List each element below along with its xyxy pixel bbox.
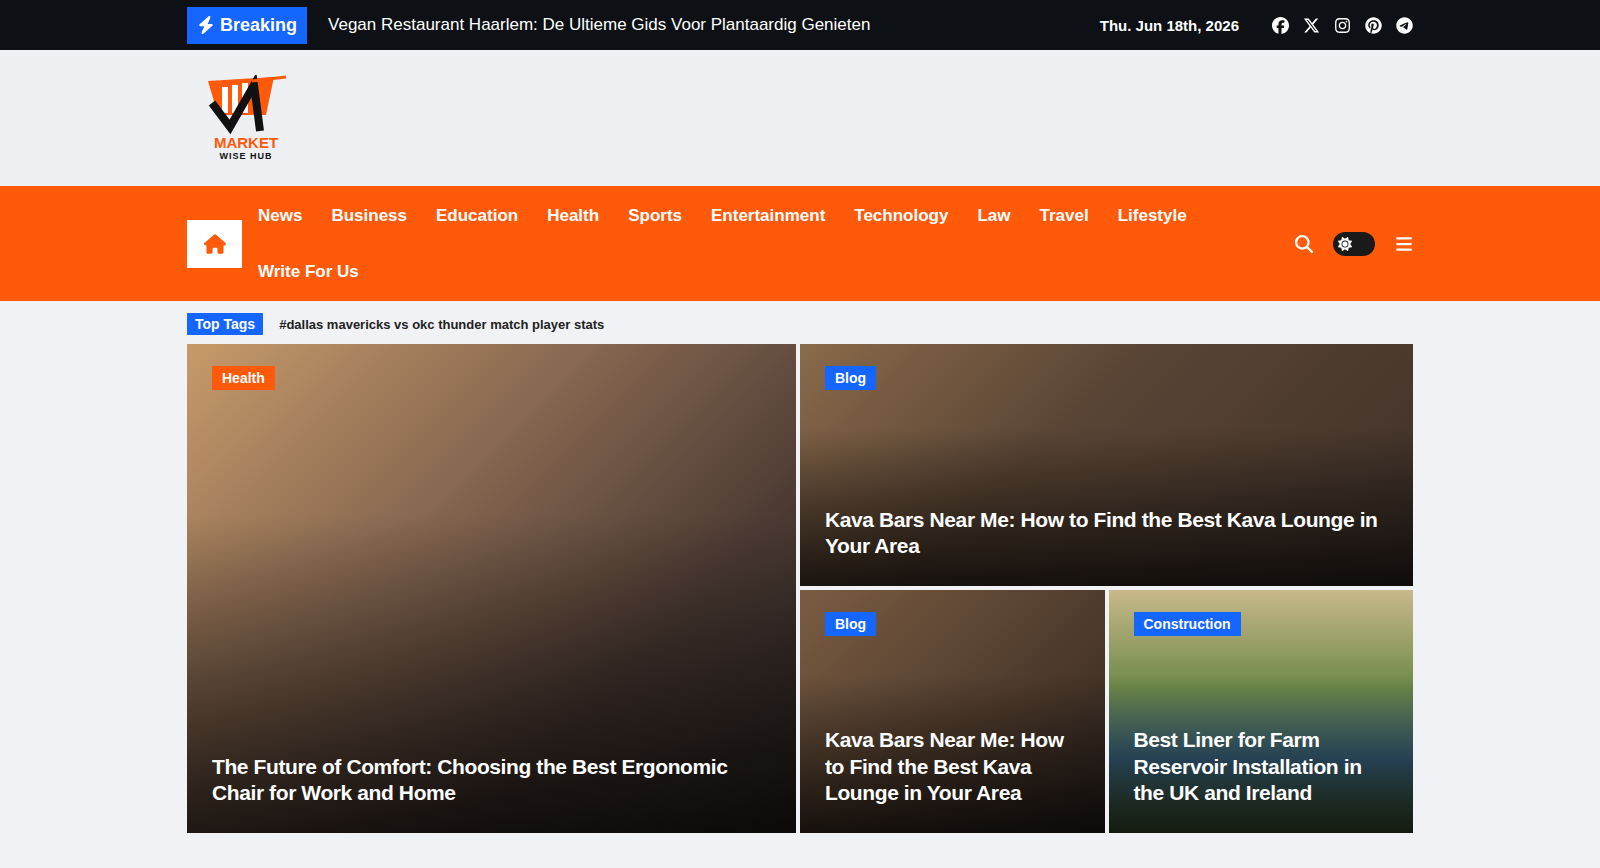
nav-item[interactable]: Entertainment [711, 188, 825, 244]
nav-item[interactable]: Write For Us [258, 244, 359, 300]
post-title[interactable]: Best Liner for Farm Reservoir Installati… [1134, 727, 1389, 807]
category-badge[interactable]: Construction [1134, 612, 1241, 636]
social-links [1272, 17, 1413, 34]
nav-item[interactable]: Health [547, 188, 599, 244]
telegram-icon[interactable] [1396, 17, 1413, 34]
logo[interactable]: MARKETWISE HUB [203, 75, 289, 162]
theme-toggle[interactable] [1333, 232, 1375, 256]
nav-item[interactable]: Law [977, 188, 1010, 244]
top-tags-label: Top Tags [187, 313, 263, 335]
nav-item[interactable]: Technology [854, 188, 948, 244]
breaking-headline[interactable]: Vegan Restaurant Haarlem: De Ultieme Gid… [328, 15, 1079, 35]
post-card[interactable]: Blog Kava Bars Near Me: How to Find the B… [800, 344, 1413, 586]
sun-icon [1338, 237, 1352, 251]
logo-chart-icon [204, 75, 288, 139]
nav-item[interactable]: Business [331, 188, 407, 244]
main-nav: News Business Education Health Sports Enterta… [0, 186, 1600, 301]
x-icon[interactable] [1303, 17, 1320, 34]
logo-title: MARKET [214, 135, 278, 152]
date: Thu. Jun 18th, 2026 [1100, 17, 1239, 34]
post-card[interactable]: Blog Kava Bars Near Me: How to Find the B… [800, 590, 1105, 833]
instagram-icon[interactable] [1334, 17, 1351, 34]
nav-list: News Business Education Health Sports Enterta… [258, 188, 1258, 300]
pinterest-icon[interactable] [1365, 17, 1382, 34]
post-title[interactable]: Kava Bars Near Me: How to Find the Best … [825, 507, 1388, 560]
category-badge[interactable]: Blog [825, 366, 876, 390]
post-title[interactable]: The Future of Comfort: Choosing the Best… [212, 754, 771, 807]
nav-item[interactable]: Travel [1040, 188, 1089, 244]
nav-item[interactable]: Lifestyle [1118, 188, 1187, 244]
post-card[interactable]: Construction Best Liner for Farm Reservoi… [1109, 590, 1414, 833]
top-bar: Breaking Vegan Restaurant Haarlem: De Ult… [0, 0, 1600, 50]
post-card[interactable]: Health The Future of Comfort: Choosing th… [187, 344, 796, 833]
nav-item[interactable]: News [258, 188, 302, 244]
featured-grid: Health The Future of Comfort: Choosing th… [187, 344, 1413, 833]
post-title[interactable]: Kava Bars Near Me: How to Find the Best … [825, 727, 1080, 807]
menu-icon[interactable] [1395, 235, 1413, 253]
header: MARKETWISE HUB [0, 50, 1600, 186]
home-icon [204, 233, 226, 255]
breaking-badge: Breaking [187, 7, 307, 44]
home-button[interactable] [187, 220, 242, 268]
facebook-icon[interactable] [1272, 17, 1289, 34]
category-badge[interactable]: Health [212, 366, 275, 390]
top-tags: Top Tags #dallas mavericks vs okc thunder… [187, 301, 1413, 344]
bolt-icon [197, 16, 215, 34]
category-badge[interactable]: Blog [825, 612, 876, 636]
nav-item[interactable]: Education [436, 188, 518, 244]
search-icon[interactable] [1295, 235, 1313, 253]
logo-subtitle: WISE HUB [220, 151, 273, 161]
tag[interactable]: #dallas mavericks vs okc thunder match p… [279, 317, 604, 332]
nav-item[interactable]: Sports [628, 188, 682, 244]
